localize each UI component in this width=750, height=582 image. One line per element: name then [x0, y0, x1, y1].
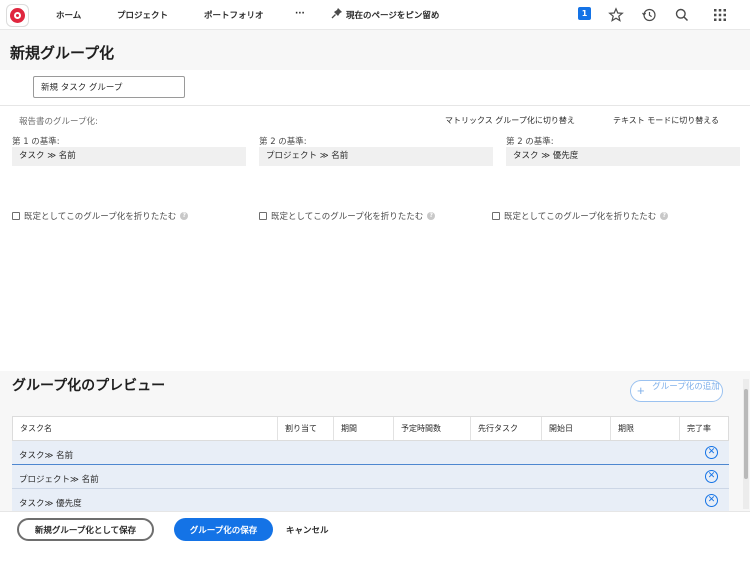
grouping-name-input[interactable] [33, 76, 185, 98]
plus-icon: + [637, 383, 645, 398]
add-grouping-button[interactable]: + グループ化の追加 [630, 380, 723, 402]
collapse-checkbox[interactable] [259, 212, 267, 220]
preview-table: タスク名 割り当て 期間 予定時間数 先行タスク 開始日 期限 完了率 タスク≫… [12, 416, 729, 513]
remove-icon[interactable]: ✕ [705, 446, 718, 459]
group-row: プロジェクト≫ 名前 ✕ [12, 465, 729, 489]
preview-title: グループ化のプレビュー [12, 378, 166, 394]
group-row-label: タスク≫ 優先度 [19, 499, 82, 509]
page-title: 新規グループ化 [10, 44, 115, 62]
nav-more[interactable]: ··· [295, 9, 305, 19]
app-logo[interactable] [7, 5, 28, 26]
collapse-label: 既定としてこのグループ化を折りたたむ [271, 212, 424, 222]
collapse-label: 既定としてこのグループ化を折りたたむ [504, 212, 657, 222]
criteria-3-label: 第 2 の基準: [506, 137, 554, 147]
group-row: タスク≫ 名前 ✕ [12, 441, 729, 465]
help-icon[interactable]: ? [180, 212, 189, 220]
footer-actions: 新規グループ化として保存 グループ化の保存 キャンセル [0, 511, 750, 582]
save-as-new-button[interactable]: 新規グループ化として保存 [17, 518, 154, 541]
save-grouping-button[interactable]: グループ化の保存 [174, 518, 273, 541]
search-icon[interactable] [674, 7, 690, 23]
grouping-label: 報告書のグループ化: [19, 117, 98, 127]
collapse-option-2: 既定としてこのグループ化を折りたたむ ? [259, 210, 436, 222]
criteria-2-field[interactable]: プロジェクト ≫ 名前 [259, 147, 493, 166]
criteria-2-label: 第 2 の基準: [259, 137, 307, 147]
column-header[interactable]: 期間 [334, 417, 394, 440]
top-nav: ホーム プロジェクト ポートフォリオ ··· 現在のページをピン留め 1 [0, 0, 750, 30]
column-header[interactable]: 期限 [611, 417, 680, 440]
nav-projects[interactable]: プロジェクト [117, 9, 168, 21]
history-icon[interactable] [641, 7, 657, 23]
criteria-3-field[interactable]: タスク ≫ 優先度 [506, 147, 740, 166]
divider [0, 105, 750, 106]
column-header[interactable]: 開始日 [542, 417, 611, 440]
grouping-preview: グループ化のプレビュー + グループ化の追加 タスク名 割り当て 期間 予定時間… [0, 371, 750, 513]
collapse-option-1: 既定としてこのグループ化を折りたたむ ? [12, 210, 189, 222]
column-header[interactable]: 完了率 [680, 417, 728, 440]
notification-badge[interactable]: 1 [578, 7, 591, 20]
add-grouping-label: グループ化の追加 [652, 381, 720, 391]
help-icon[interactable]: ? [427, 212, 436, 220]
group-row: タスク≫ 優先度 ✕ [12, 489, 729, 513]
help-icon[interactable]: ? [660, 212, 669, 220]
pin-icon [331, 8, 342, 19]
remove-icon[interactable]: ✕ [705, 470, 718, 483]
matrix-grouping-link[interactable]: マトリックス グループ化に切り替え [445, 115, 575, 126]
collapse-checkbox[interactable] [12, 212, 20, 220]
remove-icon[interactable]: ✕ [705, 494, 718, 507]
column-header[interactable]: 割り当て [278, 417, 334, 440]
group-row-label: タスク≫ 名前 [19, 451, 74, 461]
collapse-label: 既定としてこのグループ化を折りたたむ [24, 212, 177, 222]
table-header: タスク名 割り当て 期間 予定時間数 先行タスク 開始日 期限 完了率 [12, 416, 729, 441]
nav-portfolios[interactable]: ポートフォリオ [204, 9, 264, 21]
column-header[interactable]: 先行タスク [471, 417, 542, 440]
collapse-checkbox[interactable] [492, 212, 500, 220]
pin-page-link[interactable]: 現在のページをピン留め [346, 9, 439, 21]
text-mode-link[interactable]: テキスト モードに切り替える [613, 115, 719, 126]
column-header[interactable]: タスク名 [13, 417, 278, 440]
criteria-1-field[interactable]: タスク ≫ 名前 [12, 147, 246, 166]
cancel-button[interactable]: キャンセル [286, 524, 329, 536]
column-header[interactable]: 予定時間数 [394, 417, 471, 440]
nav-home[interactable]: ホーム [56, 9, 81, 21]
collapse-option-3: 既定としてこのグループ化を折りたたむ ? [492, 210, 669, 222]
group-row-label: プロジェクト≫ 名前 [19, 475, 99, 485]
page-header: 新規グループ化 [0, 30, 750, 70]
scrollbar[interactable] [743, 379, 749, 509]
apps-grid-icon[interactable] [712, 7, 728, 23]
star-icon[interactable] [608, 7, 624, 23]
criteria-1-label: 第 1 の基準: [12, 137, 60, 147]
